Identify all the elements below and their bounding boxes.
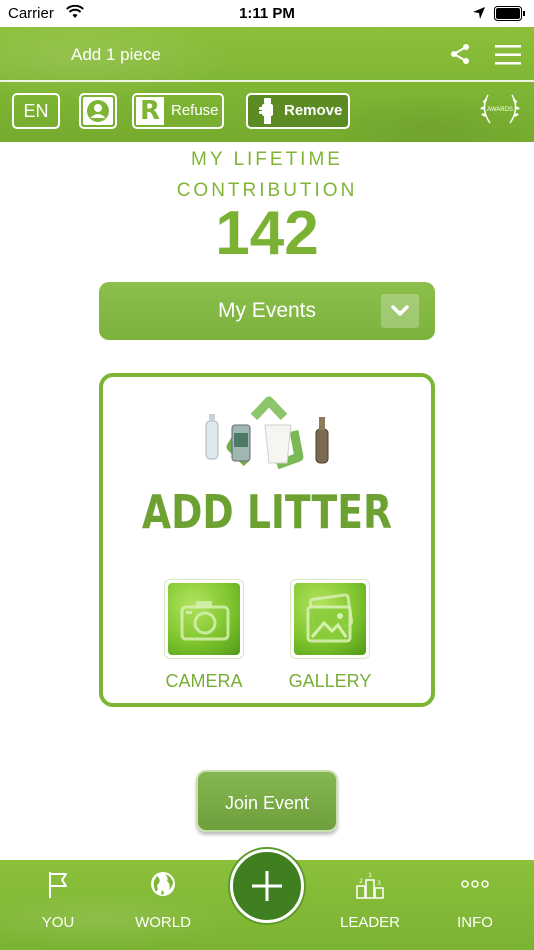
tab-world-label: WORLD: [135, 914, 191, 931]
add-litter-card: ADD LITTER CAMERA GALLERY: [99, 373, 435, 707]
svg-text:2: 2: [359, 878, 363, 885]
tab-info-label: INFO: [457, 914, 493, 931]
join-event-button[interactable]: Join Event: [196, 770, 338, 832]
remove-button[interactable]: Remove: [246, 93, 350, 129]
remove-label: Remove: [284, 102, 343, 119]
menu-icon[interactable]: [494, 44, 522, 66]
events-chevron-box[interactable]: [381, 294, 419, 328]
profile-button[interactable]: [79, 93, 117, 129]
awards-text: AWARDS: [487, 107, 513, 113]
gallery-button[interactable]: [290, 579, 370, 659]
gallery-icon: [306, 593, 354, 643]
svg-text:3: 3: [377, 880, 381, 887]
tab-info[interactable]: INFO: [430, 860, 520, 950]
tab-you-label: YOU: [41, 914, 75, 931]
tab-leader[interactable]: 2 1 3 LEADER: [325, 860, 415, 950]
header-divider: [0, 80, 534, 82]
chevron-down-icon: [391, 305, 409, 316]
app-header: Add 1 piece EN R Refuse Remove AWARDS: [0, 27, 534, 142]
camera-label: CAMERA: [165, 671, 243, 691]
battery-icon: [494, 6, 525, 21]
flag-icon: [49, 872, 67, 898]
status-bar: Carrier 1:11 PM: [0, 0, 534, 27]
clock: 1:11 PM: [239, 5, 295, 22]
add-litter-title: ADD LITTER: [141, 485, 393, 539]
share-icon[interactable]: [448, 42, 472, 66]
recycle-icon: [205, 396, 329, 470]
refuse-button[interactable]: R Refuse: [132, 93, 224, 129]
podium-icon: 2 1 3: [356, 872, 384, 899]
language-button[interactable]: EN: [12, 93, 60, 129]
profile-icon: [87, 100, 109, 122]
add-litter-fab[interactable]: [230, 849, 304, 923]
tab-world[interactable]: WORLD: [118, 860, 208, 950]
gallery-label: GALLERY: [288, 671, 372, 691]
camera-button[interactable]: [164, 579, 244, 659]
tab-leader-label: LEADER: [339, 914, 401, 931]
remove-hand-icon: [259, 98, 273, 124]
awards-button[interactable]: AWARDS: [478, 91, 522, 127]
lifetime-label-line1: MY LIFETIME: [191, 149, 343, 170]
tab-you[interactable]: YOU: [13, 860, 103, 950]
dots-icon: [461, 880, 489, 888]
contribution-count: 142: [215, 199, 319, 268]
refuse-label: Refuse: [171, 102, 219, 119]
location-icon: [473, 7, 485, 19]
svg-text:1: 1: [368, 872, 372, 879]
plus-icon: [252, 871, 282, 901]
awards-laurel-icon: AWARDS: [480, 94, 520, 124]
page-title: Add 1 piece: [71, 45, 161, 64]
refuse-logo: R: [136, 97, 164, 125]
camera-icon: [180, 601, 230, 641]
globe-icon: [151, 872, 175, 896]
my-events-dropdown[interactable]: My Events: [99, 282, 435, 340]
